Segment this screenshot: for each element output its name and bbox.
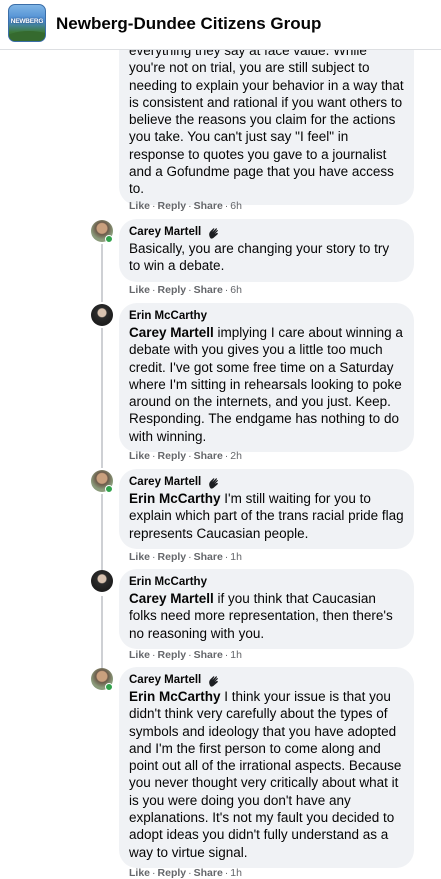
share-button[interactable]: Share — [194, 200, 223, 212]
comment-author[interactable]: Erin McCarthy — [129, 309, 404, 324]
avatar[interactable] — [91, 304, 113, 326]
mention-link[interactable]: Carey Martell — [129, 325, 214, 340]
logo-text: NEWBERG — [10, 18, 44, 25]
comment-actions: Like · Reply · Share · 2h — [129, 450, 242, 462]
comment-author[interactable]: Carey Martell — [129, 673, 404, 688]
share-button[interactable]: Share — [194, 450, 223, 462]
comment-author[interactable]: Carey Martell — [129, 475, 404, 490]
comment-author[interactable]: Erin McCarthy — [129, 575, 404, 590]
wave-hand-badge-icon — [209, 477, 219, 489]
author-name[interactable]: Erin McCarthy — [129, 575, 207, 590]
online-status-icon — [105, 683, 113, 691]
comment-time[interactable]: 6h — [230, 200, 242, 212]
separator: · — [188, 284, 192, 296]
mention-link[interactable]: Carey Martell — [129, 591, 214, 606]
comment-bubble: Erin McCarthy Carey Martell implying I c… — [119, 303, 414, 453]
mention-link[interactable]: Erin McCarthy — [129, 491, 221, 506]
group-title[interactable]: Newberg-Dundee Citizens Group — [56, 14, 321, 34]
thread-line — [101, 494, 103, 570]
thread-line — [101, 328, 103, 468]
online-status-icon — [105, 235, 113, 243]
reply-button[interactable]: Reply — [158, 649, 187, 661]
wave-hand-badge-icon — [209, 227, 219, 239]
comment-bubble: Carey Martell Basically, you are changin… — [119, 219, 414, 282]
separator: · — [152, 867, 156, 879]
comment-actions: Like · Reply · Share · 6h — [129, 200, 242, 212]
comment-text: Carey Martell if you think that Caucasia… — [129, 590, 404, 642]
like-button[interactable]: Like — [129, 867, 150, 879]
separator: · — [188, 450, 192, 462]
reply-button[interactable]: Reply — [158, 284, 187, 296]
like-button[interactable]: Like — [129, 284, 150, 296]
thread-line — [101, 244, 103, 302]
separator: · — [188, 200, 192, 212]
like-button[interactable]: Like — [129, 649, 150, 661]
share-button[interactable]: Share — [194, 649, 223, 661]
reply-button[interactable]: Reply — [158, 551, 187, 563]
share-button[interactable]: Share — [194, 551, 223, 563]
separator: · — [224, 867, 229, 879]
comment-bubble: Carey Martell Erin McCarthy I'm still wa… — [119, 469, 414, 549]
comment-actions: Like · Reply · Share · 6h — [129, 284, 242, 296]
separator: · — [224, 284, 229, 296]
separator: · — [152, 649, 156, 661]
comment-time[interactable]: 2h — [230, 450, 242, 462]
separator: · — [224, 200, 229, 212]
comment-time[interactable]: 1h — [230, 649, 242, 661]
author-name[interactable]: Carey Martell — [129, 225, 201, 240]
reply-button[interactable]: Reply — [158, 450, 187, 462]
comment-time[interactable]: 6h — [230, 284, 242, 296]
comment-actions: Like · Reply · Share · 1h — [129, 867, 242, 879]
comment-text: everything they say at face value. While… — [129, 43, 404, 197]
comment-body: implying I care about winning a debate w… — [129, 325, 403, 444]
separator: · — [152, 200, 156, 212]
group-logo[interactable]: NEWBERG — [8, 4, 46, 42]
comment-author[interactable]: Carey Martell — [129, 225, 404, 240]
group-header: NEWBERG Newberg-Dundee Citizens Group — [0, 0, 441, 50]
author-name[interactable]: Carey Martell — [129, 673, 201, 688]
separator: · — [152, 551, 156, 563]
like-button[interactable]: Like — [129, 450, 150, 462]
comment-text: Carey Martell implying I care about winn… — [129, 324, 404, 445]
wave-hand-badge-icon — [209, 675, 219, 687]
author-name[interactable]: Erin McCarthy — [129, 309, 207, 324]
separator: · — [224, 450, 229, 462]
comment-text: Erin McCarthy I think your issue is that… — [129, 688, 404, 861]
comment-actions: Like · Reply · Share · 1h — [129, 551, 242, 563]
comment-bubble: Carey Martell Erin McCarthy I think your… — [119, 667, 414, 868]
separator: · — [152, 284, 156, 296]
reply-button[interactable]: Reply — [158, 867, 187, 879]
comment-bubble: Erin McCarthy Carey Martell if you think… — [119, 569, 414, 649]
comment-actions: Like · Reply · Share · 1h — [129, 649, 242, 661]
mention-link[interactable]: Erin McCarthy — [129, 689, 221, 704]
author-name[interactable]: Carey Martell — [129, 475, 201, 490]
reply-button[interactable]: Reply — [158, 200, 187, 212]
separator: · — [188, 551, 192, 563]
avatar[interactable] — [91, 570, 113, 592]
like-button[interactable]: Like — [129, 551, 150, 563]
share-button[interactable]: Share — [194, 284, 223, 296]
separator: · — [152, 450, 156, 462]
comment-body: I think your issue is that you didn't th… — [129, 689, 402, 860]
separator: · — [188, 867, 192, 879]
comment-text: Basically, you are changing your story t… — [129, 241, 390, 274]
logo-hill-shape — [9, 31, 45, 41]
thread-line — [101, 596, 103, 668]
like-button[interactable]: Like — [129, 200, 150, 212]
comment-time[interactable]: 1h — [230, 867, 242, 879]
separator: · — [188, 649, 192, 661]
separator: · — [224, 551, 229, 563]
online-status-icon — [105, 485, 113, 493]
share-button[interactable]: Share — [194, 867, 223, 879]
comment-text: Erin McCarthy I'm still waiting for you … — [129, 490, 404, 542]
separator: · — [224, 649, 229, 661]
comment-time[interactable]: 1h — [230, 551, 242, 563]
